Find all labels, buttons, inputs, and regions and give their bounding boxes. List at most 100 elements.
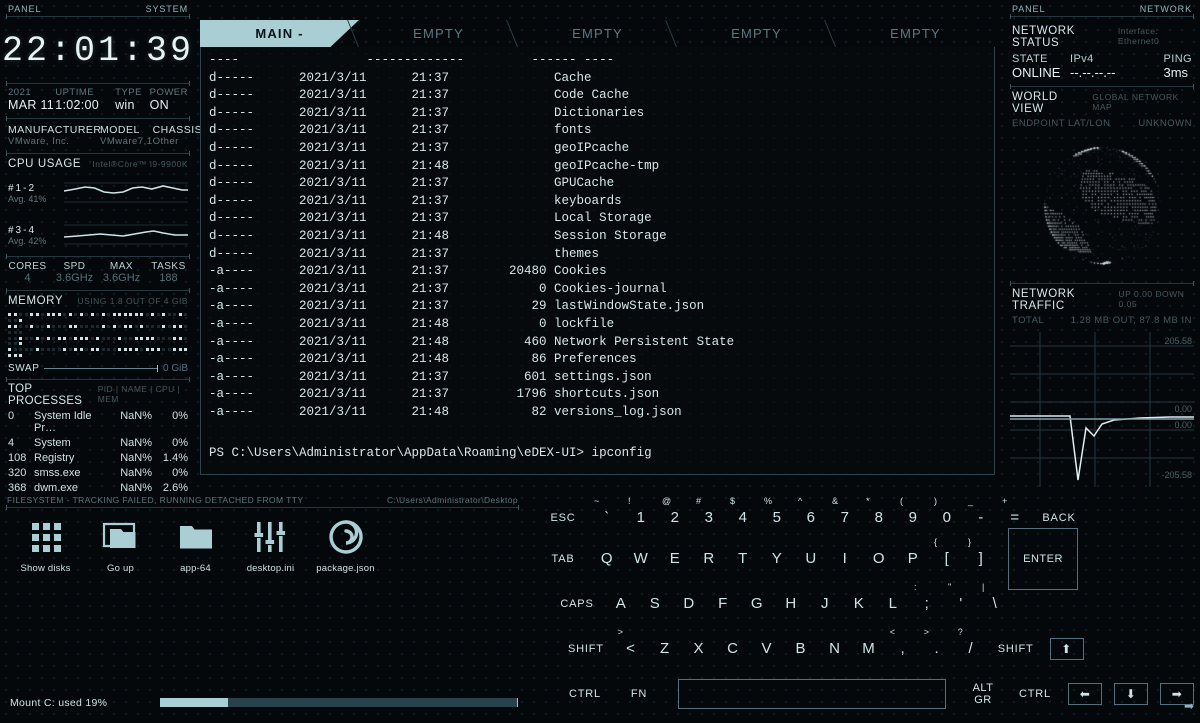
key-x[interactable]: X [682,632,716,666]
key-w[interactable]: W [624,542,658,576]
key-9[interactable]: (9 [896,501,930,535]
key-label: ALT [973,682,994,694]
key-z[interactable]: Z [648,632,682,666]
key-shift[interactable]: SHIFT [568,632,604,666]
key-[interactable]: ⬇ [1114,683,1148,705]
key-f[interactable]: F [706,587,740,621]
memory-dot [151,348,154,351]
key-g[interactable]: G [740,587,774,621]
key-s[interactable]: S [638,587,672,621]
filesystem-item[interactable]: app-64 [158,520,233,574]
key-5[interactable]: %5 [760,501,794,535]
key-o[interactable]: O [862,542,896,576]
key-k[interactable]: K [842,587,876,621]
key-v[interactable]: V [750,632,784,666]
key-n[interactable]: N [818,632,852,666]
filesystem-item[interactable]: package.json [308,520,383,574]
key-tab[interactable]: TAB [546,542,580,576]
key-[interactable]: >< [614,632,648,666]
key-esc[interactable]: ESC [546,501,580,535]
key-ctrl[interactable]: CTRL [568,677,602,711]
key-[interactable]: _- [964,501,998,535]
key-enter[interactable]: ENTER [1008,528,1078,590]
key-shift[interactable]: SHIFT [998,632,1034,666]
key-[interactable]: ?/ [954,632,988,666]
memory-dot [129,313,132,316]
memory-dot [96,313,99,316]
memory-dot [173,313,176,316]
key-j[interactable]: J [808,587,842,621]
key-q[interactable]: Q [590,542,624,576]
filesystem-item[interactable]: Go up [83,520,158,574]
key-alt-gr[interactable]: ALTGR [966,677,1000,711]
terminal-tab-5[interactable]: EMPTY [836,20,995,47]
world-view-header: WORLD VIEW GLOBAL NETWORK MAP [1004,87,1200,117]
key-2[interactable]: @2 [658,501,692,535]
cpu-stat-spd: SPD 3.6GHz [51,261,98,284]
key-label: / [968,640,973,657]
memory-dot [19,354,22,357]
key-[interactable]: ⬆ [1050,638,1084,660]
key-6[interactable]: ^6 [794,501,828,535]
key-[interactable]: {[ [930,542,964,576]
key-i[interactable]: I [828,542,862,576]
ipv4-label: IPv4 [1070,53,1164,65]
key-b[interactable]: B [784,632,818,666]
key-label: GR [974,694,992,706]
key-ctrl[interactable]: CTRL [1018,677,1052,711]
key-l[interactable]: L [876,587,910,621]
key-[interactable]: <, [886,632,920,666]
key-7[interactable]: &7 [828,501,862,535]
key-8[interactable]: *8 [862,501,896,535]
scroll-right-icon[interactable]: ➡ [1184,699,1194,713]
key-a[interactable]: A [604,587,638,621]
keyboard-row-5: CTRL FN ALTGR CTRL ⬅ ⬇ ➡ [528,671,1200,716]
key-h[interactable]: H [774,587,808,621]
key-[interactable]: ~` [590,501,624,535]
key-c[interactable]: C [716,632,750,666]
world-globe[interactable] [1004,133,1200,283]
filesystem-item[interactable]: Show disks [8,520,83,574]
key-0[interactable]: )0 [930,501,964,535]
key-shifted-label: % [764,496,773,506]
key-1[interactable]: !1 [624,501,658,535]
filesystem-item[interactable]: desktop.ini [233,520,308,574]
system-clock: 22:01:39 [0,17,196,83]
terminal-tab-2[interactable]: EMPTY [359,20,518,47]
key-space[interactable] [678,679,946,709]
key-d[interactable]: D [672,587,706,621]
key-caps[interactable]: CAPS [560,587,594,621]
filesystem-item-label: Show disks [8,563,83,574]
key-[interactable]: "' [944,587,978,621]
key-shifted-label: * [866,496,870,506]
network-status-row: STATE ONLINE IPv4 --.--.--.-- PING 3ms [1004,51,1200,86]
key-[interactable]: ⬅ [1068,683,1102,705]
endpoint-value: UNKNOWN [1138,118,1192,129]
key-p[interactable]: P [896,542,930,576]
key-y[interactable]: Y [760,542,794,576]
key-[interactable]: }] [964,542,998,576]
key-u[interactable]: U [794,542,828,576]
key-3[interactable]: #3 [692,501,726,535]
divider [6,118,190,119]
key-fn[interactable]: FN [622,677,656,711]
key-4[interactable]: $4 [726,501,760,535]
terminal-prompt[interactable]: PS C:\Users\Administrator\AppData\Roamin… [209,446,652,460]
key-label: D [683,595,694,612]
on-screen-keyboard[interactable]: ESC~`!1@2#3$4%5^6&7*8(9)0_-+=BACKTABQWER… [528,495,1200,723]
key-t[interactable]: T [726,542,760,576]
key-[interactable]: >. [920,632,954,666]
terminal-window[interactable]: ---- ------------- ------ ---- d----- 20… [200,47,995,475]
key-label: K [854,595,865,612]
key-m[interactable]: M [852,632,886,666]
terminal-tab-3[interactable]: EMPTY [518,20,677,47]
key-label: ⬅ [1080,687,1091,701]
key-e[interactable]: E [658,542,692,576]
key-[interactable]: :; [910,587,944,621]
terminal-tab-1[interactable]: MAIN - [200,20,359,47]
cpu-usage-title: CPU USAGE [8,158,81,170]
terminal-tab-4[interactable]: EMPTY [677,20,836,47]
disk-usage-bar [160,698,518,707]
key-r[interactable]: R [692,542,726,576]
key-[interactable]: |\ [978,587,1012,621]
